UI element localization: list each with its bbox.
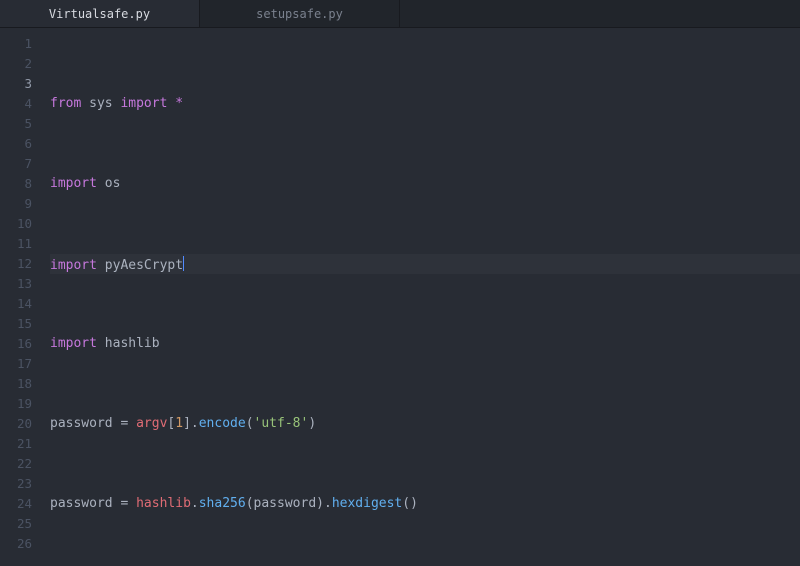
line-number: 15 (0, 314, 32, 334)
line-number: 4 (0, 94, 32, 114)
line-number: 7 (0, 154, 32, 174)
line-number: 19 (0, 394, 32, 414)
line-number: 23 (0, 474, 32, 494)
code-line: password = argv[1].encode('utf-8') (50, 414, 800, 434)
line-number: 25 (0, 514, 32, 534)
line-number: 22 (0, 454, 32, 474)
line-number: 14 (0, 294, 32, 314)
line-number: 3 (0, 74, 32, 94)
line-number: 16 (0, 334, 32, 354)
line-number: 2 (0, 54, 32, 74)
code-line: from sys import * (50, 94, 800, 114)
tab-setupsafe[interactable]: setupsafe.py (200, 0, 400, 27)
line-number: 20 (0, 414, 32, 434)
line-number: 8 (0, 174, 32, 194)
line-number: 17 (0, 354, 32, 374)
text-cursor (183, 256, 184, 271)
tab-label: Virtualsafe.py (49, 7, 150, 21)
tab-label: setupsafe.py (256, 7, 343, 21)
line-number: 11 (0, 234, 32, 254)
line-number: 10 (0, 214, 32, 234)
code-line: import hashlib (50, 334, 800, 354)
line-number: 9 (0, 194, 32, 214)
line-number: 26 (0, 534, 32, 554)
line-number: 1 (0, 34, 32, 54)
code-line: import os (50, 174, 800, 194)
line-number: 6 (0, 134, 32, 154)
code-line: password = hashlib.sha256(password).hexd… (50, 494, 800, 514)
code-area[interactable]: from sys import * import os import pyAes… (40, 28, 800, 566)
line-number: 21 (0, 434, 32, 454)
code-line-active: import pyAesCrypt (50, 254, 800, 274)
line-number: 18 (0, 374, 32, 394)
line-number: 12 (0, 254, 32, 274)
code-editor[interactable]: 1234567891011121314151617181920212223242… (0, 28, 800, 566)
line-number: 24 (0, 494, 32, 514)
line-number: 5 (0, 114, 32, 134)
tab-virtualsafe[interactable]: Virtualsafe.py (0, 0, 200, 27)
tab-bar: Virtualsafe.py setupsafe.py (0, 0, 800, 28)
line-number-gutter: 1234567891011121314151617181920212223242… (0, 28, 40, 566)
line-number: 13 (0, 274, 32, 294)
